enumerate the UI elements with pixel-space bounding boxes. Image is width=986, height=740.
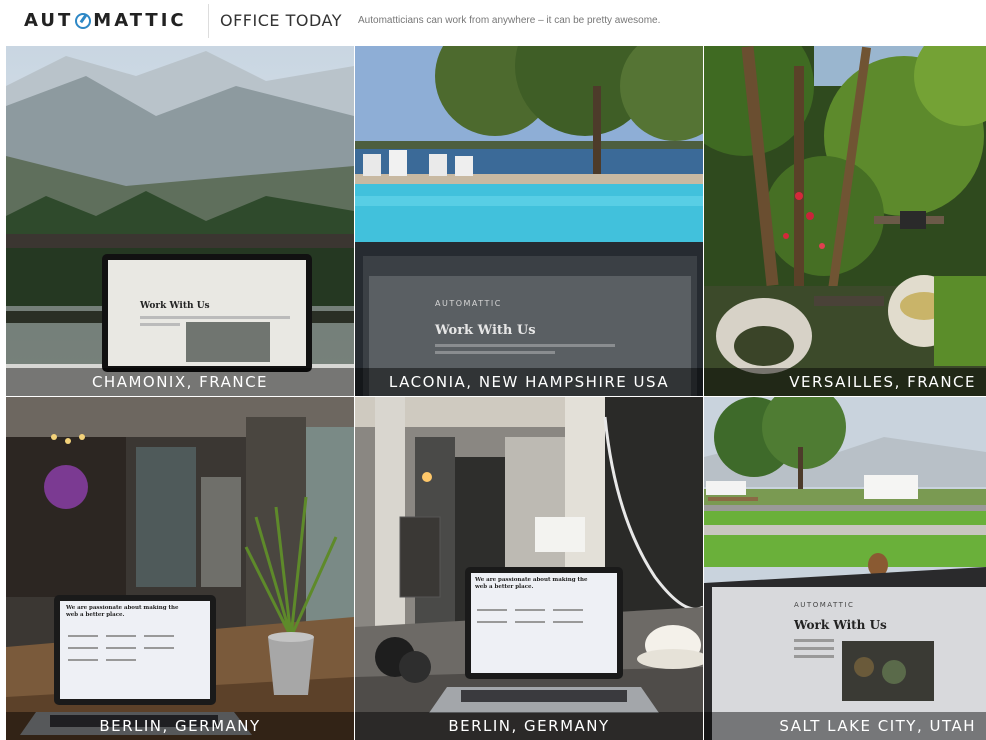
automattic-logo[interactable]: AUT MATTIC bbox=[24, 10, 187, 31]
berlin-2-screen-title: We are passionate about making the web a… bbox=[475, 577, 588, 590]
photo-tile-laconia[interactable]: AUTOMATTIC Work With Us LACONIA, NEW HAM… bbox=[355, 46, 703, 396]
tagline: Automatticians can work from anywhere – … bbox=[358, 15, 661, 26]
laconia-photo: AUTOMATTIC Work With Us bbox=[355, 46, 703, 396]
photo-grid: Work With Us CHAMONIX, FRANCE AUTOMATTIC… bbox=[6, 46, 986, 740]
tile-caption: BERLIN, GERMANY bbox=[6, 712, 354, 740]
logo-o-icon bbox=[75, 12, 92, 29]
chamonix-photo: Work With Us bbox=[6, 46, 354, 396]
photo-tile-berlin-2[interactable]: We are passionate about making the web a… bbox=[355, 397, 703, 740]
header-divider bbox=[208, 4, 209, 38]
slc-screen-brand: AUTOMATTIC bbox=[794, 601, 854, 609]
tile-caption: SALT LAKE CITY, UTAH bbox=[704, 712, 986, 740]
berlin-1-photo: We are passionate about making the web a… bbox=[6, 397, 354, 740]
chamonix-screen-title: Work With Us bbox=[139, 301, 210, 311]
berlin-1-screen-title: We are passionate about making the web a… bbox=[66, 605, 179, 618]
tile-caption: VERSAILLES, FRANCE bbox=[704, 368, 986, 396]
section-title[interactable]: OFFICE TODAY bbox=[220, 11, 342, 30]
logo-text-right: MATTIC bbox=[93, 10, 187, 31]
photo-tile-chamonix[interactable]: Work With Us CHAMONIX, FRANCE bbox=[6, 46, 354, 396]
site-header: AUT MATTIC OFFICE TODAY Automatticians ca… bbox=[0, 0, 986, 44]
tile-caption: BERLIN, GERMANY bbox=[355, 712, 703, 740]
versailles-photo bbox=[704, 46, 986, 396]
photo-tile-salt-lake-city[interactable]: AUTOMATTIC Work With Us SALT LAKE CITY, … bbox=[704, 397, 986, 740]
berlin-2-photo: We are passionate about making the web a… bbox=[355, 397, 703, 740]
tile-caption: CHAMONIX, FRANCE bbox=[6, 368, 354, 396]
tile-caption: LACONIA, NEW HAMPSHIRE USA bbox=[355, 368, 703, 396]
photo-tile-berlin-1[interactable]: We are passionate about making the web a… bbox=[6, 397, 354, 740]
logo-text-left: AUT bbox=[24, 10, 74, 31]
slc-screen-title: Work With Us bbox=[793, 618, 887, 632]
laconia-screen-title: Work With Us bbox=[434, 323, 536, 338]
photo-tile-versailles[interactable]: VERSAILLES, FRANCE bbox=[704, 46, 986, 396]
laconia-screen-brand: AUTOMATTIC bbox=[435, 299, 502, 308]
salt-lake-city-photo: AUTOMATTIC Work With Us bbox=[704, 397, 986, 740]
